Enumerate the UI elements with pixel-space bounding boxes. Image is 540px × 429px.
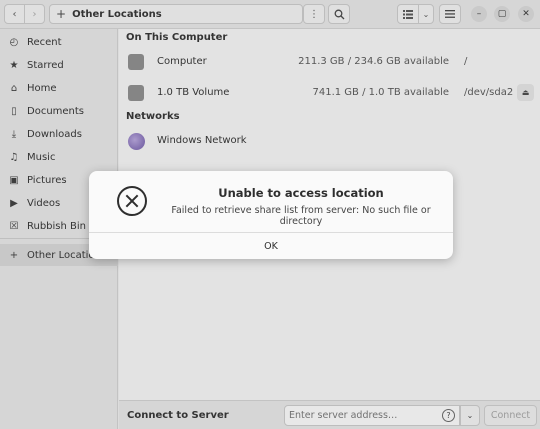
- ok-button[interactable]: OK: [89, 233, 453, 259]
- error-dialog: Unable to access location Failed to retr…: [89, 171, 453, 259]
- error-circle-icon: [117, 186, 147, 216]
- dialog-message: Failed to retrieve share list from serve…: [171, 205, 431, 227]
- dialog-title: Unable to access location: [218, 186, 384, 200]
